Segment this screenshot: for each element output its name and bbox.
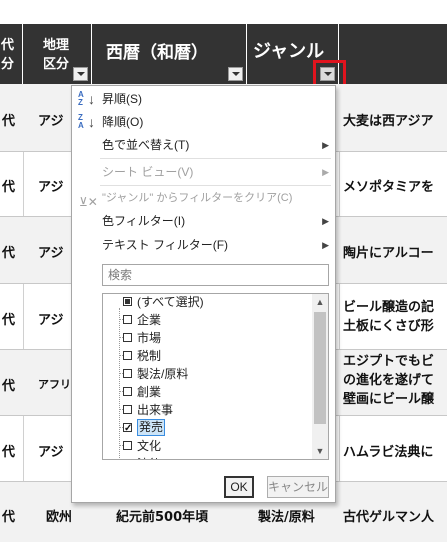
scroll-thumb[interactable]	[314, 312, 326, 424]
cell-description: エジプトでもビ の進化を遂げて 壁画にビール醸	[343, 354, 435, 407]
cell-period: 代	[2, 445, 16, 460]
menu-label: 色で並べ替え(T)	[102, 138, 190, 152]
filter-item-label: 税制	[137, 349, 162, 363]
cell-region: 欧州	[46, 510, 73, 525]
sort-by-color-item[interactable]: 色で並べ替え(T) ▶	[72, 134, 335, 156]
cell-period: 代	[2, 114, 16, 129]
header-cell-year[interactable]: 西暦（和暦）	[92, 24, 247, 84]
checkbox[interactable]	[123, 351, 132, 360]
cancel-button[interactable]: キャンセル	[267, 476, 329, 498]
cell-description: 古代ゲルマン人	[343, 510, 435, 525]
header-label-year: 西暦（和暦）	[106, 43, 208, 63]
menu-separator	[100, 158, 331, 159]
checkbox[interactable]	[123, 441, 132, 450]
header-cell-region[interactable]: 地理 区分	[23, 24, 92, 84]
submenu-arrow-icon: ▶	[322, 216, 329, 226]
menu-label: "ジャンル" からフィルターをクリア(C)	[102, 192, 293, 204]
cell-period: 代	[2, 379, 16, 394]
ok-button[interactable]: OK	[224, 476, 254, 498]
submenu-arrow-icon: ▶	[322, 240, 329, 250]
submenu-arrow-icon: ▶	[322, 167, 329, 177]
filter-item-label: 企業	[137, 313, 162, 327]
filter-item-label: 発売	[137, 419, 166, 436]
menu-separator	[100, 185, 331, 186]
scroll-down-icon[interactable]: ▼	[312, 443, 328, 459]
filter-item-label: 文化	[137, 439, 162, 453]
filter-item-label: 法律	[137, 455, 161, 459]
cell-description: メソポタミアを	[343, 180, 435, 195]
menu-label: 降順(O)	[102, 115, 144, 129]
clear-filter-item: ⊻✕ "ジャンル" からフィルターをクリア(C)	[72, 187, 335, 209]
filter-item-label: (すべて選択)	[137, 295, 204, 309]
checkbox[interactable]	[123, 333, 132, 342]
sheet-view-item: シート ビュー(V) ▶	[72, 161, 335, 183]
checkbox[interactable]	[123, 315, 132, 324]
header-cell-period[interactable]: 代 分	[0, 24, 23, 84]
cell-period: 代	[2, 510, 16, 525]
cell-period: 代	[2, 313, 16, 328]
header-label-region: 地理 区分	[43, 38, 70, 72]
checkbox[interactable]	[123, 420, 132, 438]
filter-dropdown-year[interactable]	[228, 67, 243, 81]
filter-dropdown-region[interactable]	[73, 67, 88, 81]
header-cell-description	[339, 24, 447, 84]
filter-item-label: 製法/原料	[137, 367, 189, 381]
sort-ascending-item[interactable]: A Z ↓ 昇順(S)	[72, 88, 335, 110]
filter-value-list[interactable]: (すべて選択) 企業 市場 税制 製法/原料 創業 出来事 ✓ 発売 文化 ▲ …	[102, 293, 329, 460]
list-scrollbar[interactable]: ▲ ▼	[312, 294, 328, 459]
tree-line	[119, 308, 120, 458]
cell-region: アフリ	[38, 378, 71, 391]
cell-region: アジ	[38, 180, 64, 195]
filter-item-label: 創業	[137, 385, 162, 399]
cell-description: 陶片にアルコー	[343, 246, 434, 261]
filter-item-label: 出来事	[137, 403, 174, 417]
cell-genre: 製法/原料	[258, 510, 315, 525]
cell-period: 代	[2, 180, 16, 195]
sort-descending-icon: Z A ↓	[78, 113, 95, 131]
checkbox[interactable]	[123, 369, 132, 378]
header-label-genre: ジャンル	[253, 41, 325, 62]
submenu-arrow-icon: ▶	[322, 140, 329, 150]
menu-label: 色フィルター(I)	[102, 214, 186, 228]
checkbox[interactable]	[123, 459, 132, 460]
checkbox[interactable]	[123, 297, 132, 306]
cell-region: アジ	[38, 445, 64, 460]
clear-filter-icon: ⊻✕	[79, 195, 98, 209]
menu-label: シート ビュー(V)	[102, 165, 194, 179]
filter-item-label: 市場	[137, 331, 162, 345]
cell-description: 大麦は西アジア	[343, 114, 434, 129]
menu-label: 昇順(S)	[102, 92, 142, 106]
checkbox[interactable]	[123, 387, 132, 396]
header-label-period: 代 分	[1, 38, 15, 72]
scroll-up-icon[interactable]: ▲	[312, 294, 328, 310]
menu-label: テキスト フィルター(F)	[102, 238, 229, 252]
sort-ascending-icon: A Z ↓	[78, 90, 95, 108]
cell-year: 紀元前500年頃	[116, 510, 209, 525]
cell-region: アジ	[38, 114, 64, 129]
text-filter-item[interactable]: テキスト フィルター(F) ▶	[72, 234, 335, 256]
cell-region: アジ	[38, 246, 64, 261]
cell-region: アジ	[38, 313, 64, 328]
color-filter-item[interactable]: 色フィルター(I) ▶	[72, 210, 335, 232]
filter-search-input[interactable]: 検索	[102, 264, 329, 286]
checkbox[interactable]	[123, 405, 132, 414]
cell-description: ハムラビ法典に	[343, 445, 434, 460]
sort-descending-item[interactable]: Z A ↓ 降順(O)	[72, 111, 335, 133]
filter-popup: A Z ↓ 昇順(S) Z A ↓ 降順(O) 色で並べ替え(T) ▶ シート ビュー(…	[71, 85, 336, 503]
cell-period: 代	[2, 246, 16, 261]
cell-description: ビール醸造の記 土板にくさび形	[343, 300, 435, 334]
